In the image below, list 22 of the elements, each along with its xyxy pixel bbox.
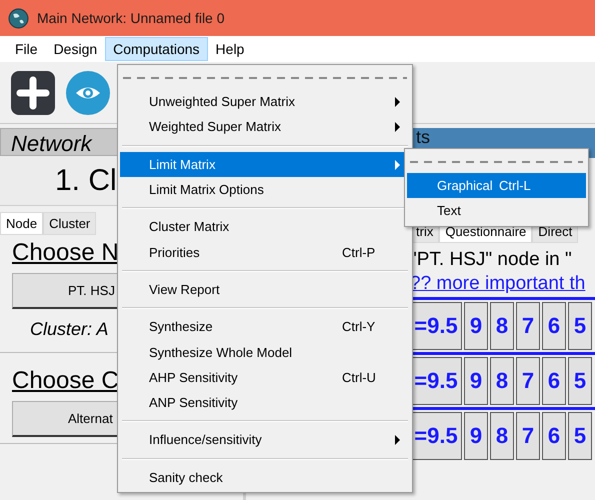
shortcut-label: Ctrl-L [499,178,531,194]
menu-item-label: Graphical [437,178,493,194]
menu-item-label: View Report [149,282,220,297]
section-title: Choose N [12,239,119,267]
menu-item-label: Influence/sensitivity [149,432,262,448]
menu-item-label: Sanity check [149,470,223,485]
menu-item-label: Synthesize [149,319,213,334]
menu-item-label: Text [437,203,461,218]
menu-item-label: ANP Sensitivity [149,395,238,410]
panel-title: ts [416,127,430,147]
menu-item-label: Cluster Matrix [149,219,230,234]
menu-item-label: Limit Matrix [149,156,216,172]
section-title: Choose C [12,367,119,395]
shortcut-label: Ctrl-P [342,244,376,260]
cluster-label: Cluster: A [30,319,108,340]
menu-item-label: AHP Sensitivity [149,370,238,385]
menu-item-label: Synthesize Whole Model [149,344,292,360]
shortcut-label: Ctrl-Y [342,319,376,334]
menu-item-label: Unweighted Super Matrix [149,94,295,110]
window-title: Main Network: Unnamed file 0 [37,10,225,26]
shortcut-label: Ctrl-U [342,370,376,385]
menu-item-label: Priorities [149,244,200,260]
